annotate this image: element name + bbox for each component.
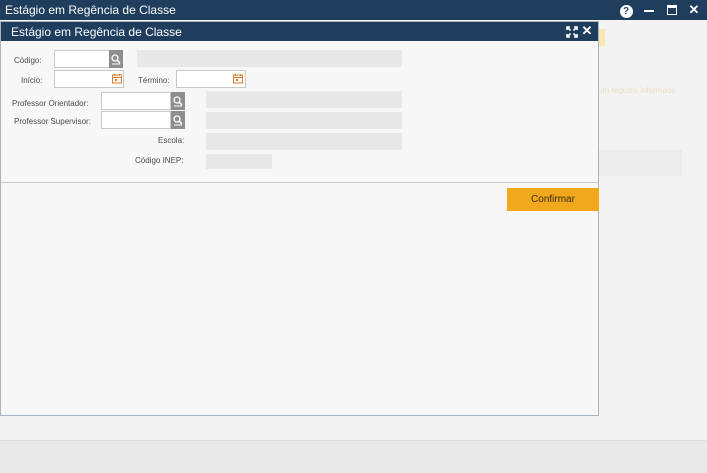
help-icon: ? xyxy=(619,5,633,18)
prof-supervisor-input[interactable] xyxy=(101,111,171,129)
lookup-icon xyxy=(173,96,183,107)
codigo-input[interactable] xyxy=(54,50,110,68)
codigo-label: Código: xyxy=(14,56,42,65)
lookup-icon xyxy=(173,115,183,126)
maximize-icon xyxy=(667,5,677,15)
codigo-description xyxy=(137,50,402,67)
close-icon: ✕ xyxy=(688,2,700,17)
close-button[interactable]: ✕ xyxy=(686,2,702,18)
confirm-button[interactable]: Confirmar xyxy=(507,188,599,211)
inicio-calendar-button[interactable] xyxy=(111,71,123,87)
app-title: Estágio em Regência de Classe xyxy=(5,3,176,17)
dialog: Estágio em Regência de Classe ✕ Código: xyxy=(0,21,599,416)
prof-orientador-input[interactable] xyxy=(101,92,171,110)
prof-orientador-lookup-button[interactable] xyxy=(171,92,185,110)
escola-value xyxy=(206,133,402,150)
maximize-button[interactable] xyxy=(664,2,680,18)
help-button[interactable]: ? xyxy=(618,2,634,18)
termino-calendar-button[interactable] xyxy=(232,71,244,87)
escola-label: Escola: xyxy=(158,136,185,145)
dialog-close-icon: ✕ xyxy=(581,23,593,38)
codigo-lookup-button[interactable] xyxy=(109,50,123,68)
dialog-titlebar: Estágio em Regência de Classe ✕ xyxy=(1,22,598,41)
background-footer xyxy=(0,440,707,473)
minimize-icon xyxy=(644,10,654,12)
calendar-icon xyxy=(112,74,122,84)
minimize-button[interactable] xyxy=(641,2,657,18)
app-titlebar: Estágio em Regência de Classe ? ✕ xyxy=(0,0,707,20)
codigo-inep-label: Código INEP: xyxy=(135,156,184,165)
inicio-label: Início: xyxy=(21,76,43,85)
form-panel: Código: Início: Término: Professor Orien… xyxy=(1,41,598,183)
codigo-inep-value xyxy=(206,154,272,169)
prof-supervisor-label: Professor Supervisor: xyxy=(14,117,91,126)
lookup-icon xyxy=(111,54,121,65)
dialog-title: Estágio em Regência de Classe xyxy=(11,25,182,39)
background-field xyxy=(598,150,682,176)
termino-label: Término: xyxy=(138,76,170,85)
calendar-icon xyxy=(233,74,243,84)
expand-icon xyxy=(566,26,578,38)
prof-orientador-label: Professor Orientador: xyxy=(12,99,89,108)
expand-button[interactable] xyxy=(566,25,578,38)
prof-supervisor-lookup-button[interactable] xyxy=(171,111,185,129)
prof-supervisor-name xyxy=(206,112,402,129)
background-hint-text: um registro informado xyxy=(598,86,676,95)
prof-orientador-name xyxy=(206,91,402,108)
dialog-close-button[interactable]: ✕ xyxy=(581,23,593,39)
